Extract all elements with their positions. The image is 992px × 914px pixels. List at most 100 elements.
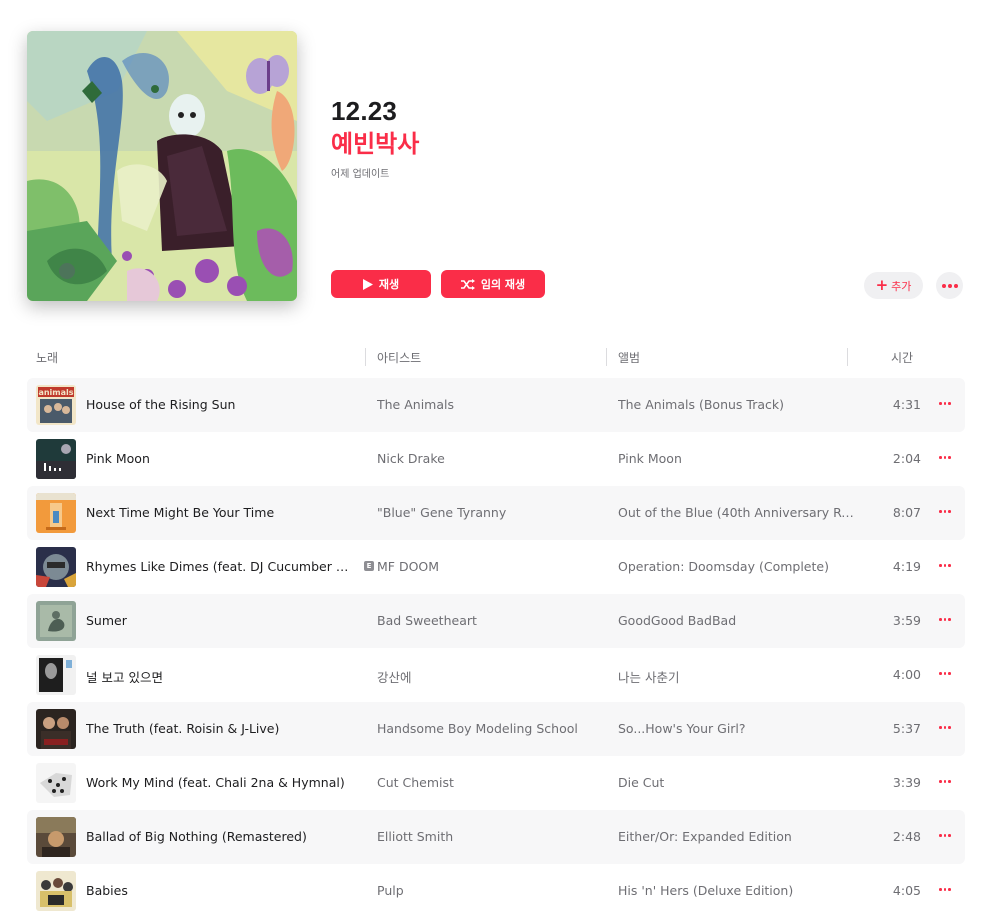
- more-icon: [939, 564, 942, 567]
- track-artwork: [36, 709, 76, 749]
- plus-icon: +: [875, 276, 889, 294]
- track-artist[interactable]: Pulp: [377, 883, 607, 898]
- track-album[interactable]: The Animals (Bonus Track): [618, 397, 858, 412]
- column-divider: [606, 348, 607, 366]
- more-icon: [939, 726, 942, 729]
- track-artist[interactable]: Handsome Boy Modeling School: [377, 721, 607, 736]
- table-row[interactable]: 널 보고 있으면 강산에 나는 사춘기 4:00: [27, 648, 965, 702]
- play-button[interactable]: 재생: [331, 270, 431, 298]
- updated-label: 어제 업데이트: [331, 169, 390, 180]
- table-row[interactable]: Work My Mind (feat. Chali 2na & Hymnal) …: [27, 756, 965, 810]
- track-artwork: [36, 763, 76, 803]
- track-title[interactable]: Sumer: [86, 613, 356, 628]
- column-song[interactable]: 노래: [36, 349, 58, 366]
- track-album[interactable]: Either/Or: Expanded Edition: [618, 829, 858, 844]
- track-duration: 5:37: [892, 721, 921, 736]
- more-icon: [939, 618, 942, 621]
- row-more-button[interactable]: [939, 834, 951, 837]
- track-album[interactable]: Pink Moon: [618, 451, 858, 466]
- shuffle-icon: [460, 278, 475, 290]
- track-artist[interactable]: 강산에: [377, 667, 607, 686]
- playlist-cover-art[interactable]: [27, 31, 297, 301]
- table-row[interactable]: Pink Moon Nick Drake Pink Moon 2:04: [27, 432, 965, 486]
- track-duration: 2:48: [892, 829, 921, 844]
- track-artist[interactable]: Elliott Smith: [377, 829, 607, 844]
- row-more-button[interactable]: [939, 564, 951, 567]
- track-album[interactable]: His 'n' Hers (Deluxe Edition): [618, 883, 858, 898]
- more-icon: [939, 456, 942, 459]
- row-more-button[interactable]: [939, 402, 951, 405]
- track-artwork: [36, 547, 76, 587]
- more-icon: [939, 672, 942, 675]
- track-list-header: 노래 아티스트 앨범 시간: [27, 346, 965, 368]
- explicit-badge: E: [364, 561, 374, 571]
- column-album[interactable]: 앨범: [618, 349, 640, 366]
- table-row[interactable]: animals House of the Rising Sun The Anim…: [27, 378, 965, 432]
- track-title[interactable]: 널 보고 있으면: [86, 667, 356, 686]
- track-title[interactable]: House of the Rising Sun: [86, 397, 356, 412]
- track-artwork: [36, 871, 76, 911]
- more-icon: [939, 780, 942, 783]
- track-artist[interactable]: Bad Sweetheart: [377, 613, 607, 628]
- table-row[interactable]: Sumer Bad Sweetheart GoodGood BadBad 3:5…: [27, 594, 965, 648]
- play-icon: [362, 278, 373, 290]
- track-artist[interactable]: Cut Chemist: [377, 775, 607, 790]
- play-button-label: 재생: [378, 278, 400, 291]
- row-more-button[interactable]: [939, 780, 951, 783]
- track-artist[interactable]: The Animals: [377, 397, 607, 412]
- row-more-button[interactable]: [939, 888, 951, 891]
- row-more-button[interactable]: [939, 618, 951, 621]
- track-artwork: [36, 655, 76, 695]
- track-album[interactable]: Out of the Blue (40th Anniversary Re...: [618, 505, 858, 520]
- track-artwork: [36, 817, 76, 857]
- track-title[interactable]: Ballad of Big Nothing (Remastered): [86, 829, 356, 844]
- track-album[interactable]: GoodGood BadBad: [618, 613, 858, 628]
- table-row[interactable]: The Truth (feat. Roisin & J-Live) Handso…: [27, 702, 965, 756]
- table-row[interactable]: Rhymes Like Dimes (feat. DJ Cucumber Sli…: [27, 540, 965, 594]
- add-button[interactable]: + 추가: [864, 272, 923, 299]
- more-icon: [939, 510, 942, 513]
- track-artwork: animals: [36, 385, 76, 425]
- more-options-button[interactable]: [936, 272, 963, 299]
- more-icon: [939, 402, 942, 405]
- row-more-button[interactable]: [939, 726, 951, 729]
- track-duration: 3:59: [892, 613, 921, 628]
- track-title[interactable]: Pink Moon: [86, 451, 356, 466]
- track-duration: 3:39: [892, 775, 921, 790]
- shuffle-button-label: 임의 재생: [480, 278, 526, 291]
- track-artwork: [36, 439, 76, 479]
- column-divider: [847, 348, 848, 366]
- track-album[interactable]: So...How's Your Girl?: [618, 721, 858, 736]
- track-title[interactable]: The Truth (feat. Roisin & J-Live): [86, 721, 356, 736]
- column-time[interactable]: 시간: [891, 349, 913, 366]
- track-artist[interactable]: "Blue" Gene Tyranny: [377, 505, 607, 520]
- track-title[interactable]: Work My Mind (feat. Chali 2na & Hymnal): [86, 775, 356, 790]
- track-album[interactable]: 나는 사춘기: [618, 667, 858, 686]
- track-duration: 2:04: [892, 451, 921, 466]
- playlist-header: 12.23 예빈박사 어제 업데이트 재생 임의 재생 + 추가: [0, 0, 992, 330]
- row-more-button[interactable]: [939, 672, 951, 675]
- table-row[interactable]: Ballad of Big Nothing (Remastered) Ellio…: [27, 810, 965, 864]
- svg-text:animals: animals: [38, 388, 73, 397]
- table-row[interactable]: Babies Pulp His 'n' Hers (Deluxe Edition…: [27, 864, 965, 914]
- track-title[interactable]: Babies: [86, 883, 356, 898]
- add-button-label: 추가: [891, 279, 912, 293]
- playlist-curator[interactable]: 예빈박사: [331, 124, 419, 159]
- track-duration: 4:00: [892, 667, 921, 682]
- shuffle-button[interactable]: 임의 재생: [441, 270, 545, 298]
- track-artist[interactable]: MF DOOM: [377, 559, 607, 574]
- track-title[interactable]: Next Time Might Be Your Time: [86, 505, 356, 520]
- more-icon: [941, 283, 946, 288]
- row-more-button[interactable]: [939, 510, 951, 513]
- track-artist[interactable]: Nick Drake: [377, 451, 607, 466]
- track-duration: 4:05: [892, 883, 921, 898]
- column-artist[interactable]: 아티스트: [377, 349, 421, 366]
- track-title[interactable]: Rhymes Like Dimes (feat. DJ Cucumber Sli…: [86, 559, 356, 574]
- track-duration: 8:07: [892, 505, 921, 520]
- track-album[interactable]: Operation: Doomsday (Complete): [618, 559, 858, 574]
- table-row[interactable]: Next Time Might Be Your Time "Blue" Gene…: [27, 486, 965, 540]
- row-more-button[interactable]: [939, 456, 951, 459]
- cover-painting: [27, 31, 297, 301]
- track-album[interactable]: Die Cut: [618, 775, 858, 790]
- more-icon: [939, 888, 942, 891]
